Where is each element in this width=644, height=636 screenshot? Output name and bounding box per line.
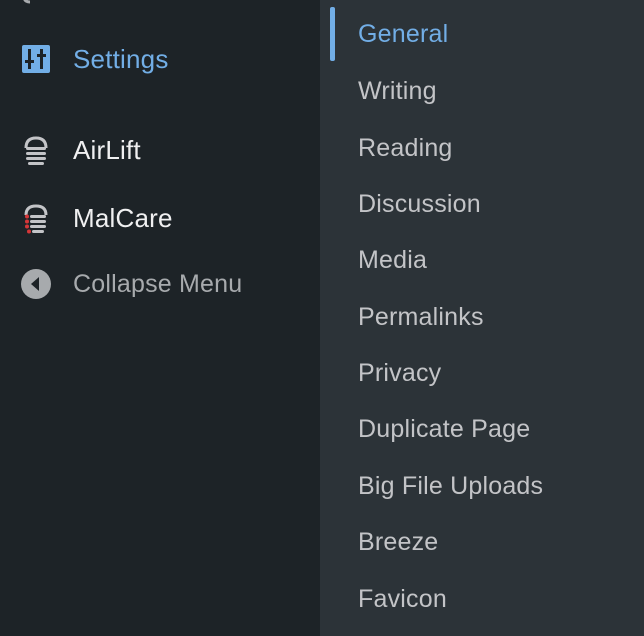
admin-menu: Settings AirLift MalCare Collapse Menu G… <box>0 0 644 636</box>
sidebar-item-malcare[interactable]: MalCare <box>0 199 320 237</box>
current-item-indicator <box>330 7 335 61</box>
malcare-plugin-icon <box>20 202 52 234</box>
submenu-item-big-file-uploads[interactable]: Big File Uploads <box>358 472 543 501</box>
partial-menu-item[interactable] <box>20 0 52 6</box>
sidebar-item-airlift[interactable]: AirLift <box>0 131 320 169</box>
submenu-item-general[interactable]: General <box>358 20 448 49</box>
sidebar-item-settings[interactable]: Settings <box>0 40 320 78</box>
submenu-item-duplicate-page[interactable]: Duplicate Page <box>358 415 530 444</box>
sidebar-item-label: Settings <box>73 43 169 74</box>
submenu-item-breeze[interactable]: Breeze <box>358 528 438 557</box>
sidebar-item-label: MalCare <box>73 202 173 233</box>
airlift-plugin-icon <box>20 134 52 166</box>
submenu-item-media[interactable]: Media <box>358 246 427 275</box>
collapse-arrow-icon <box>20 268 52 300</box>
admin-sidebar: Settings AirLift MalCare Collapse Menu <box>0 0 320 636</box>
submenu-item-permalinks[interactable]: Permalinks <box>358 303 484 332</box>
submenu-item-reading[interactable]: Reading <box>358 134 453 163</box>
submenu-item-privacy[interactable]: Privacy <box>358 359 441 388</box>
partial-menu-icon <box>20 0 52 6</box>
submenu-item-writing[interactable]: Writing <box>358 77 437 106</box>
sidebar-item-label: AirLift <box>73 134 141 165</box>
collapse-menu-label: Collapse Menu <box>73 269 243 298</box>
collapse-menu-button[interactable]: Collapse Menu <box>0 266 320 302</box>
settings-sliders-icon <box>20 43 52 75</box>
submenu-item-discussion[interactable]: Discussion <box>358 190 481 219</box>
submenu-item-favicon[interactable]: Favicon <box>358 585 447 614</box>
